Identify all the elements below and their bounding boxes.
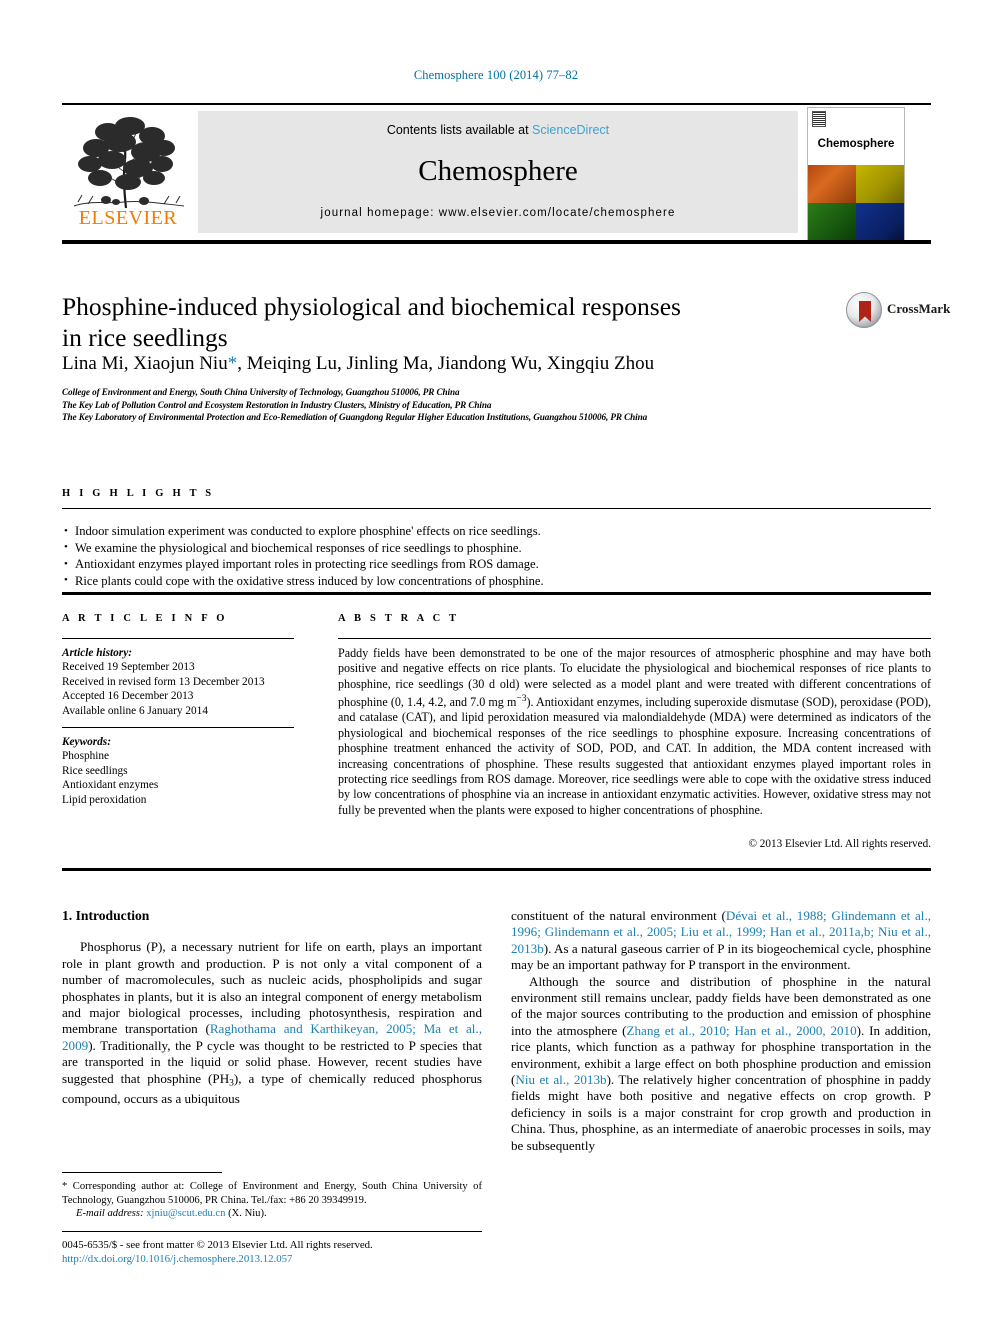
corresponding-author-footnote: * Corresponding author at: College of En…	[62, 1180, 482, 1221]
abstract-part-2: ). Antioxidant enzymes, including supero…	[338, 694, 931, 817]
section-heading-introduction: 1. Introduction	[62, 908, 150, 923]
keywords-rule	[62, 727, 294, 729]
author-names-first: Lina Mi, Xiaojun Niu	[62, 353, 228, 374]
email-label: E-mail address:	[76, 1208, 144, 1220]
contents-available-line: Contents lists available at ScienceDirec…	[198, 123, 798, 137]
affiliation-item: The Key Lab of Pollution Control and Eco…	[62, 399, 492, 410]
cover-quadrant-yellow	[856, 165, 904, 203]
cover-quadrant-orange	[808, 165, 856, 203]
footnote-marker: *	[62, 1181, 68, 1192]
doi-link[interactable]: http://dx.doi.org/10.1016/j.chemosphere.…	[62, 1252, 492, 1266]
author-names-rest: , Meiqing Lu, Jinling Ma, Jiandong Wu, X…	[237, 353, 655, 374]
keyword-item: Antioxidant enzymes	[62, 779, 159, 792]
author-list: Lina Mi, Xiaojun Niu*, Meiqing Lu, Jinli…	[62, 353, 852, 375]
article-history: Article history: Received 19 September 2…	[62, 646, 312, 718]
affiliation-list: College of Environment and Energy, South…	[62, 386, 942, 424]
cover-quadrant-green	[808, 202, 856, 240]
crossmark-icon	[846, 292, 882, 328]
article-history-item: Received 19 September 2013	[62, 661, 195, 674]
highlights-list: Indoor simulation experiment was conduct…	[64, 523, 764, 589]
article-history-item: Available online 6 January 2014	[62, 704, 208, 717]
keyword-item: Rice seedlings	[62, 764, 128, 777]
abstract-rule	[338, 638, 931, 640]
abstract-heading: A B S T R A C T	[338, 613, 460, 624]
abstract-bottom-rule	[62, 868, 931, 871]
cover-journal-name: Chemosphere	[817, 138, 895, 150]
footnote-text: Corresponding author at: College of Envi…	[62, 1181, 482, 1206]
sciencedirect-link[interactable]: ScienceDirect	[532, 123, 609, 137]
abstract-text: Paddy fields have been demonstrated to b…	[338, 646, 931, 818]
elsevier-wordmark: ELSEVIER	[78, 207, 178, 229]
journal-homepage-link[interactable]: journal homepage: www.elsevier.com/locat…	[198, 207, 798, 219]
masthead-bottom-rule	[62, 240, 931, 244]
highlight-item: Antioxidant enzymes played important rol…	[64, 556, 764, 573]
affiliation-item: College of Environment and Energy, South…	[62, 387, 460, 397]
cover-quadrant-blue	[856, 202, 904, 240]
bookmark-ribbon-icon	[859, 301, 871, 322]
article-history-item: Accepted 16 December 2013	[62, 690, 194, 703]
cover-leaf-image	[808, 165, 904, 240]
page-footer: 0045-6535/$ - see front matter © 2013 El…	[62, 1238, 492, 1266]
highlight-item: Rice plants could cope with the oxidativ…	[64, 572, 764, 590]
journal-title: Chemosphere	[418, 155, 578, 187]
masthead-top-rule	[62, 103, 931, 105]
journal-cover-thumbnail[interactable]: Chemosphere	[807, 107, 905, 241]
highlight-item: Indoor simulation experiment was conduct…	[64, 523, 764, 540]
body-column-right: constituent of the natural environment (…	[511, 908, 931, 1154]
article-info-rule	[62, 638, 294, 640]
intro-paragraph-left: Phosphorus (P), a necessary nutrient for…	[62, 939, 482, 1107]
issn-copyright-line: 0045-6535/$ - see front matter © 2013 El…	[62, 1239, 373, 1251]
article-history-item: Received in revised form 13 December 201…	[62, 675, 265, 688]
email-link[interactable]: xjniu@scut.edu.cn	[146, 1208, 225, 1219]
keywords-label: Keywords:	[62, 736, 111, 748]
abstract-copyright: © 2013 Elsevier Ltd. All rights reserved…	[748, 838, 932, 850]
body-column-left: 1. Introduction Phosphorus (P), a necess…	[62, 908, 482, 1108]
keyword-item: Phosphine	[62, 750, 110, 763]
footer-rule	[62, 1231, 482, 1233]
page-title: Phosphine-induced physiological and bioc…	[62, 291, 762, 353]
citation-link[interactable]: Niu et al., 2013b	[515, 1072, 606, 1087]
email-owner: (X. Niu).	[228, 1208, 267, 1220]
citation-link[interactable]: Zhang et al., 2010; Han et al., 2000, 20…	[627, 1023, 857, 1038]
title-line-2: in rice seedlings	[62, 323, 228, 352]
crossmark-label: CrossMark	[887, 301, 951, 316]
article-history-label: Article history:	[62, 647, 132, 659]
abstract-superscript: −3	[516, 694, 527, 705]
intro-right-text-a: constituent of the natural environment (	[511, 908, 726, 923]
crossmark-badge[interactable]: CrossMark	[846, 290, 950, 330]
journal-article-page: Chemosphere 100 (2014) 77–82 ELSEVIER Co…	[0, 0, 992, 1323]
affiliation-item: The Key Laboratory of Environmental Prot…	[62, 412, 648, 423]
intro-right-text-b: ). As a natural gaseous carrier of P in …	[511, 940, 931, 973]
cover-publisher-icon	[812, 111, 826, 127]
running-head: Chemosphere 100 (2014) 77–82	[413, 68, 579, 82]
article-info-heading: A R T I C L E I N F O	[62, 613, 228, 624]
highlights-bottom-rule	[62, 592, 931, 595]
keywords-block: Keywords: Phosphine Rice seedlings Antio…	[62, 735, 312, 807]
journal-band: Contents lists available at ScienceDirec…	[198, 111, 798, 233]
intro-paragraph-right-2: Although the source and distribution of …	[511, 974, 931, 1154]
highlight-item: We examine the physiological and biochem…	[64, 539, 764, 557]
footnote-rule	[62, 1172, 222, 1174]
keyword-item: Lipid peroxidation	[62, 793, 147, 806]
title-line-1: Phosphine-induced physiological and bioc…	[62, 292, 681, 321]
intro-paragraph-right-1: constituent of the natural environment (…	[511, 908, 931, 974]
journal-masthead: ELSEVIER Contents lists available at Sci…	[62, 103, 931, 244]
highlights-top-rule	[62, 508, 931, 510]
contents-prefix: Contents lists available at	[386, 123, 533, 137]
highlights-heading: H I G H L I G H T S	[62, 488, 215, 499]
corresponding-author-marker[interactable]: *	[228, 353, 238, 374]
